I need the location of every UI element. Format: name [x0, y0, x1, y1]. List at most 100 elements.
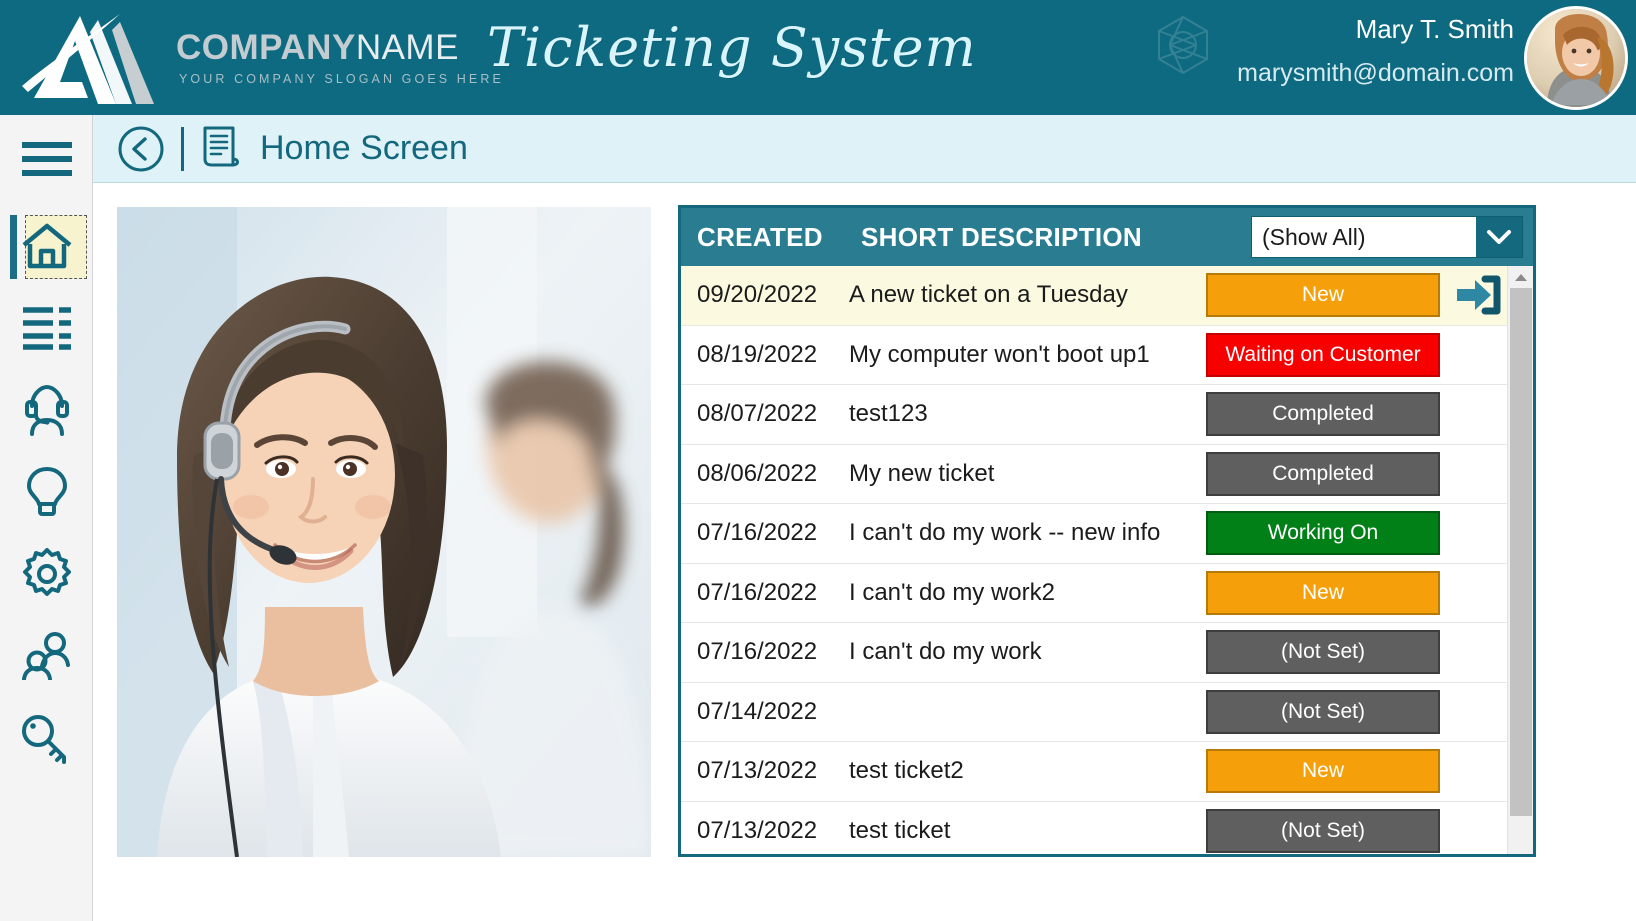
gear-icon — [21, 547, 73, 605]
cell-status: (Not Set) — [1199, 689, 1447, 734]
cell-status: New — [1199, 570, 1447, 615]
table-scrollbar[interactable] — [1507, 266, 1533, 854]
sidebar-selection-bar — [10, 215, 17, 279]
chevron-down-icon[interactable] — [1476, 217, 1522, 257]
logo-text-block: COMPANYNAME YOUR COMPANY SLOGAN GOES HER… — [176, 30, 504, 86]
table-header-row: CREATED SHORT DESCRIPTION (Show All) — [681, 208, 1533, 266]
logo-mark-icon — [22, 13, 154, 104]
cell-status: Completed — [1199, 392, 1447, 437]
cell-short-description: My computer won't boot up1 — [849, 340, 1150, 368]
call-center-agent-photo — [117, 207, 651, 857]
cell-created: 08/19/2022 — [697, 340, 818, 368]
column-header-created[interactable]: CREATED — [697, 222, 849, 253]
table-rows: 09/20/2022 A new ticket on a Tuesday New 08… — [681, 266, 1509, 854]
sidebar-item-settings[interactable] — [0, 535, 93, 617]
table-row[interactable]: 08/07/2022 test123 Completed — [681, 385, 1509, 445]
cell-status: (Not Set) — [1199, 808, 1447, 853]
scroll-up-arrow-icon[interactable] — [1508, 266, 1533, 288]
status-badge[interactable]: (Not Set) — [1206, 630, 1440, 675]
cell-short-description: test ticket — [849, 816, 951, 844]
app-root: COMPANYNAME YOUR COMPANY SLOGAN GOES HER… — [0, 0, 1636, 921]
table-row[interactable]: 08/19/2022 My computer won't boot up1 Wait… — [681, 325, 1509, 385]
polygon-mesh-icon — [1158, 15, 1208, 75]
table-row[interactable]: 07/16/2022 I can't do my work (Not Set) — [681, 623, 1509, 683]
cell-status: Working On — [1199, 511, 1447, 556]
cell-created: 07/13/2022 — [697, 816, 818, 844]
tickets-table: CREATED SHORT DESCRIPTION (Show All) 09/… — [678, 205, 1536, 857]
logo-name: COMPANYNAME — [176, 30, 504, 65]
sidebar-item-menu[interactable] — [0, 115, 93, 207]
main-content: CREATED SHORT DESCRIPTION (Show All) 09/… — [93, 183, 1636, 921]
page-title: Home Screen — [260, 129, 468, 167]
home-icon — [21, 223, 73, 274]
status-badge[interactable]: New — [1206, 749, 1440, 794]
list-view-icon — [21, 306, 73, 355]
column-header-description[interactable]: SHORT DESCRIPTION — [861, 222, 1142, 253]
sidebar-item-security[interactable] — [0, 699, 93, 781]
logo-slogan: YOUR COMPANY SLOGAN GOES HERE — [179, 71, 504, 86]
sidebar-item-home[interactable] — [0, 207, 93, 289]
cell-created: 09/20/2022 — [697, 281, 818, 309]
table-row[interactable]: 07/14/2022 (Not Set) — [681, 682, 1509, 742]
status-filter-value[interactable]: (Show All) — [1252, 217, 1476, 257]
cell-status: Waiting on Customer — [1199, 332, 1447, 377]
cell-created: 08/06/2022 — [697, 459, 818, 487]
cell-short-description: test ticket2 — [849, 757, 964, 785]
table-row[interactable]: 07/13/2022 test ticket (Not Set) — [681, 801, 1509, 854]
table-row[interactable]: 09/20/2022 A new ticket on a Tuesday New — [681, 266, 1509, 326]
avatar[interactable] — [1524, 6, 1628, 110]
cell-short-description: A new ticket on a Tuesday — [849, 281, 1128, 309]
cell-status: New — [1199, 273, 1447, 318]
cell-short-description: I can't do my work -- new info — [849, 519, 1161, 547]
company-logo[interactable]: COMPANYNAME YOUR COMPANY SLOGAN GOES HER… — [0, 8, 504, 108]
status-badge[interactable]: (Not Set) — [1206, 689, 1440, 734]
scrollbar-thumb[interactable] — [1510, 288, 1532, 816]
breadcrumb-divider — [181, 126, 184, 171]
logo-name-word: NAME — [355, 27, 459, 67]
status-badge[interactable]: New — [1206, 273, 1440, 318]
sidebar-item-users[interactable] — [0, 617, 93, 699]
status-badge[interactable]: Waiting on Customer — [1206, 332, 1440, 377]
status-badge[interactable]: (Not Set) — [1206, 808, 1440, 853]
back-circle-icon[interactable] — [117, 125, 165, 173]
cell-short-description: test123 — [849, 400, 928, 428]
breadcrumb: Home Screen — [93, 115, 1636, 183]
table-row[interactable]: 07/16/2022 I can't do my work2 New — [681, 563, 1509, 623]
status-filter-dropdown[interactable]: (Show All) — [1251, 216, 1523, 258]
table-row[interactable]: 07/13/2022 test ticket2 New — [681, 742, 1509, 802]
cell-created: 07/13/2022 — [697, 757, 818, 785]
user-name: Mary T. Smith — [1355, 14, 1514, 44]
logo-company-word: COMPANY — [176, 27, 356, 67]
lightbulb-icon — [25, 466, 69, 523]
users-group-icon — [20, 631, 74, 685]
table-row[interactable]: 08/06/2022 My new ticket Completed — [681, 444, 1509, 504]
sidebar-item-list[interactable] — [0, 289, 93, 371]
key-icon — [20, 712, 74, 769]
cell-short-description: I can't do my work2 — [849, 578, 1055, 606]
document-icon — [202, 125, 242, 173]
table-row[interactable]: 07/16/2022 I can't do my work -- new info… — [681, 504, 1509, 564]
sidebar-item-ideas[interactable] — [0, 453, 93, 535]
hamburger-menu-icon — [19, 139, 75, 184]
cell-created: 07/14/2022 — [697, 697, 818, 725]
status-badge[interactable]: Completed — [1206, 392, 1440, 437]
user-avatar-photo — [1527, 9, 1625, 107]
user-info[interactable]: Mary T. Smith marysmith@domain.com — [1237, 14, 1514, 88]
cell-short-description: I can't do my work — [849, 638, 1042, 666]
cell-created: 07/16/2022 — [697, 578, 818, 606]
app-header: COMPANYNAME YOUR COMPANY SLOGAN GOES HER… — [0, 0, 1636, 115]
status-badge[interactable]: New — [1206, 570, 1440, 615]
open-ticket-arrow-icon[interactable] — [1447, 275, 1509, 315]
headset-agent-icon — [21, 384, 73, 441]
cell-created: 07/16/2022 — [697, 519, 818, 547]
status-badge[interactable]: Completed — [1206, 451, 1440, 496]
cell-created: 07/16/2022 — [697, 638, 818, 666]
cell-short-description: My new ticket — [849, 459, 995, 487]
sidebar — [0, 115, 93, 921]
user-email: marysmith@domain.com — [1237, 59, 1514, 88]
cell-status: Completed — [1199, 451, 1447, 496]
status-badge[interactable]: Working On — [1206, 511, 1440, 556]
app-title: Ticketing System — [487, 16, 977, 79]
sidebar-item-agent[interactable] — [0, 371, 93, 453]
cell-status: New — [1199, 749, 1447, 794]
